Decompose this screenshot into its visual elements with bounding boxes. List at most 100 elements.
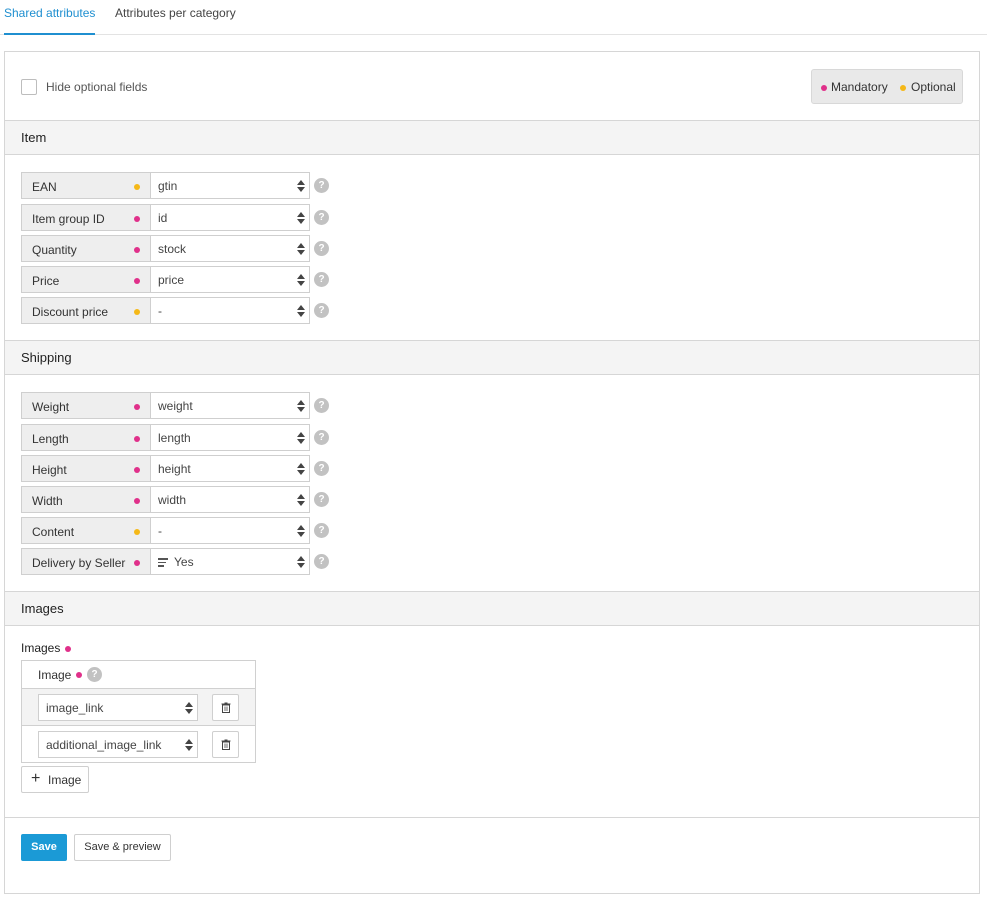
- attribute-select-quantity[interactable]: stock: [150, 235, 310, 262]
- help-icon[interactable]: ?: [314, 430, 329, 445]
- help-icon[interactable]: ?: [314, 461, 329, 476]
- hide-optional-checkbox[interactable]: [21, 79, 37, 95]
- sort-caret-icon: [185, 739, 193, 751]
- sort-caret-icon: [297, 180, 305, 192]
- select-value: width: [158, 493, 187, 507]
- attribute-select-delivery-by-seller[interactable]: Yes: [150, 548, 310, 575]
- save-button[interactable]: Save: [21, 834, 67, 861]
- attribute-label: Discount price: [21, 297, 150, 324]
- image-row: additional_image_link: [22, 726, 255, 763]
- select-value: -: [158, 304, 162, 318]
- attribute-label-text: Delivery by Seller: [32, 556, 126, 570]
- select-value: id: [158, 211, 168, 225]
- tab-bar: Shared attributes Attributes per categor…: [0, 0, 987, 35]
- attribute-row-width: Width width ?: [21, 486, 341, 513]
- tab-attributes-per-category[interactable]: Attributes per category: [115, 6, 236, 20]
- attribute-label: Content: [21, 517, 150, 544]
- mandatory-dot-icon: [821, 85, 827, 91]
- attribute-row-discount-price: Discount price - ?: [21, 297, 341, 324]
- attribute-row-delivery-by-seller: Delivery by Seller Yes ?: [21, 548, 341, 575]
- attribute-select-width[interactable]: width: [150, 486, 310, 513]
- attribute-label: Weight: [21, 392, 150, 419]
- images-group-label: Images: [21, 641, 71, 655]
- attribute-label: Width: [21, 486, 150, 513]
- mandatory-dot-icon: [134, 498, 140, 504]
- help-icon[interactable]: ?: [314, 398, 329, 413]
- optional-dot-icon: [134, 309, 140, 315]
- attribute-label-text: Weight: [32, 400, 70, 414]
- legend: Mandatory Optional: [811, 69, 963, 104]
- attribute-select-ean[interactable]: gtin: [150, 172, 310, 199]
- attribute-label: Delivery by Seller: [21, 548, 150, 575]
- sort-caret-icon: [297, 463, 305, 475]
- attribute-row-quantity: Quantity stock ?: [21, 235, 341, 262]
- help-icon[interactable]: ?: [314, 523, 329, 538]
- attribute-select-item-group-id[interactable]: id: [150, 204, 310, 231]
- attribute-label: Quantity: [21, 235, 150, 262]
- attribute-label-text: Height: [32, 463, 67, 477]
- image-row: image_link: [22, 689, 255, 726]
- attribute-row-content: Content - ?: [21, 517, 341, 544]
- delete-image-button[interactable]: [212, 731, 239, 758]
- mandatory-dot-icon: [134, 404, 140, 410]
- help-icon[interactable]: ?: [314, 272, 329, 287]
- help-icon[interactable]: ?: [314, 178, 329, 193]
- sort-caret-icon: [297, 525, 305, 537]
- footer-divider: [5, 817, 979, 818]
- optional-dot-icon: [900, 85, 906, 91]
- mandatory-dot-icon: [134, 216, 140, 222]
- section-title-item: Item: [21, 130, 47, 145]
- attribute-select-height[interactable]: height: [150, 455, 310, 482]
- save-preview-button[interactable]: Save & preview: [74, 834, 171, 861]
- sort-caret-icon: [297, 305, 305, 317]
- add-image-button[interactable]: + Image: [21, 766, 89, 793]
- tab-shared-attributes[interactable]: Shared attributes: [4, 6, 96, 35]
- optional-dot-icon: [134, 184, 140, 190]
- attribute-label-text: Price: [32, 274, 60, 288]
- attribute-row-item-group-id: Item group ID id ?: [21, 204, 341, 231]
- select-value: stock: [158, 242, 187, 256]
- trash-icon: [221, 739, 231, 750]
- select-value: height: [158, 462, 191, 476]
- help-icon[interactable]: ?: [314, 241, 329, 256]
- hide-optional-label: Hide optional fields: [46, 80, 148, 94]
- section-title-images: Images: [21, 601, 64, 616]
- help-icon[interactable]: ?: [314, 554, 329, 569]
- select-value: additional_image_link: [46, 738, 162, 752]
- delete-image-button[interactable]: [212, 694, 239, 721]
- optional-dot-icon: [134, 529, 140, 535]
- attribute-select-discount-price[interactable]: -: [150, 297, 310, 324]
- attribute-row-height: Height height ?: [21, 455, 341, 482]
- attribute-label: Length: [21, 424, 150, 451]
- images-table-header: Image ?: [22, 661, 255, 689]
- help-icon[interactable]: ?: [87, 667, 102, 682]
- attribute-row-ean: EAN gtin ?: [21, 172, 341, 199]
- attribute-label: Item group ID: [21, 204, 150, 231]
- attribute-label: EAN: [21, 172, 150, 199]
- attribute-row-length: Length length ?: [21, 424, 341, 451]
- attributes-panel: Hide optional fields Mandatory Optional …: [4, 51, 980, 894]
- select-value: image_link: [46, 701, 104, 715]
- attribute-label: Price: [21, 266, 150, 293]
- sort-caret-icon: [297, 494, 305, 506]
- attribute-select-length[interactable]: length: [150, 424, 310, 451]
- attribute-label-text: Discount price: [32, 305, 109, 319]
- attribute-label-text: Item group ID: [32, 212, 105, 226]
- help-icon[interactable]: ?: [314, 492, 329, 507]
- mandatory-dot-icon: [76, 672, 82, 678]
- select-value: Yes: [174, 555, 194, 569]
- attribute-label: Height: [21, 455, 150, 482]
- help-icon[interactable]: ?: [314, 303, 329, 318]
- mandatory-dot-icon: [134, 247, 140, 253]
- help-icon[interactable]: ?: [314, 210, 329, 225]
- sort-caret-icon: [297, 243, 305, 255]
- attribute-select-price[interactable]: price: [150, 266, 310, 293]
- attribute-row-weight: Weight weight ?: [21, 392, 341, 419]
- mandatory-dot-icon: [134, 278, 140, 284]
- attribute-select-weight[interactable]: weight: [150, 392, 310, 419]
- sort-caret-icon: [297, 212, 305, 224]
- image-select[interactable]: image_link: [38, 694, 198, 721]
- select-value: weight: [158, 399, 193, 413]
- image-select[interactable]: additional_image_link: [38, 731, 198, 758]
- attribute-select-content[interactable]: -: [150, 517, 310, 544]
